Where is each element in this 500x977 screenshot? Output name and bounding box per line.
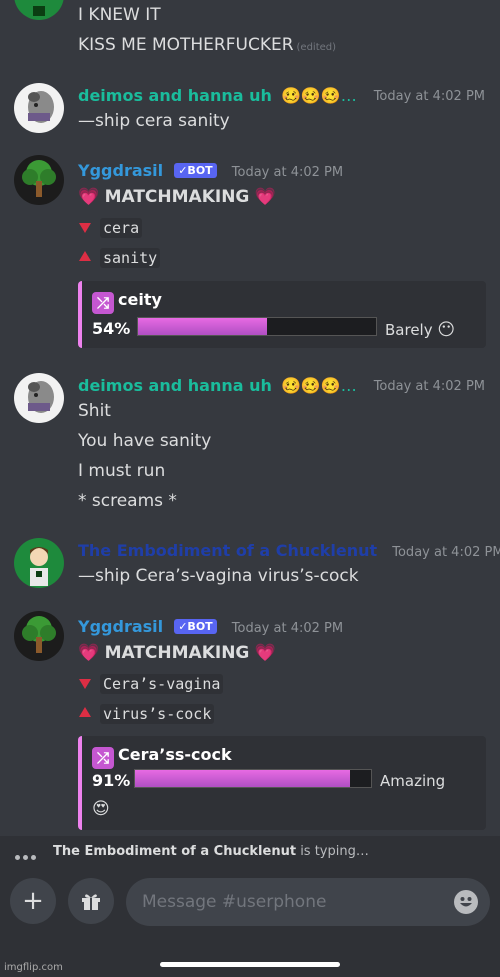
avatar[interactable]	[14, 373, 64, 423]
chat-messages: I KNEW IT KISS ME MOTHERFUCKER (edited) d…	[0, 0, 500, 836]
timestamp: Today at 4:02 PM	[231, 165, 344, 180]
username[interactable]: The Embodiment of a Chucklenut	[78, 541, 377, 560]
message-header: deimos and hanna uh 🥴🥴🥴…	[78, 376, 357, 395]
ship-progress-bar	[134, 769, 372, 788]
message-header: Yggdrasil ✓BOT Today at 4:02 PM	[78, 161, 343, 180]
message-header: The Embodiment of a Chucklenut Today at …	[78, 541, 500, 560]
avatar[interactable]	[14, 0, 64, 20]
matchmaking-heading: 💗 MATCHMAKING 💗	[78, 187, 276, 207]
message-input[interactable]	[142, 890, 432, 914]
ship-progress-fill	[135, 770, 350, 787]
avatar[interactable]	[14, 611, 64, 661]
verdict-emoji: 😶	[437, 320, 456, 340]
plus-icon: +	[22, 886, 44, 916]
bot-badge: ✓BOT	[174, 619, 217, 634]
message-text: —ship Cera’s-vagina virus’s-cock	[78, 566, 359, 586]
ship-percent: 54%	[92, 319, 131, 338]
avatar[interactable]	[14, 83, 64, 133]
heart-emoji: 💗	[78, 187, 100, 207]
ship-progress-bar	[137, 317, 377, 336]
red-down-triangle-icon	[79, 679, 91, 689]
bot-badge: ✓BOT	[174, 163, 217, 178]
typing-indicator: The Embodiment of a Chucklenut is typing…	[0, 836, 500, 866]
heart-emoji: 💗	[78, 643, 100, 663]
timestamp: Today at 4:02 PM	[373, 379, 485, 394]
embed-title: ⤮ Cera’ss-cock	[92, 745, 232, 769]
message-text: You have sanity	[78, 431, 212, 451]
username[interactable]: deimos and hanna uh	[78, 86, 272, 105]
message-header: Yggdrasil ✓BOT Today at 4:02 PM	[78, 617, 343, 636]
red-down-triangle-icon	[79, 223, 91, 233]
up-name-line: virus’s-cock	[78, 704, 215, 724]
composer: + imgflip.com	[0, 866, 500, 977]
username-emojis: 🥴🥴🥴…	[280, 86, 357, 105]
tree-avatar-art	[22, 616, 56, 653]
avatar[interactable]	[14, 155, 64, 205]
down-name-line: cera	[78, 218, 143, 238]
edited-label: (edited)	[296, 42, 337, 53]
message-text: KISS ME MOTHERFUCKER (edited)	[78, 35, 337, 55]
message-text: —ship cera sanity	[78, 111, 230, 131]
timestamp: Today at 4:02 PM	[231, 621, 344, 636]
gift-icon	[82, 894, 100, 910]
avatar-art	[28, 91, 54, 123]
timestamp: Today at 4:02 PM	[373, 89, 485, 104]
heart-emoji: 💗	[254, 643, 276, 663]
message-text: I KNEW IT	[78, 5, 161, 25]
username[interactable]: Yggdrasil	[78, 161, 163, 180]
username-emojis: 🥴🥴🥴…	[280, 376, 357, 395]
down-name-line: Cera’s-vagina	[78, 674, 224, 694]
ship-embed: ⤮ ceity 54% Barely 😶	[78, 281, 486, 348]
matchmaking-heading: 💗 MATCHMAKING 💗	[78, 643, 276, 663]
typing-dots-icon	[15, 849, 39, 864]
timestamp: Today at 4:02 PM	[392, 545, 500, 560]
ship-progress-fill	[138, 318, 267, 335]
ship-embed: ⤮ Cera’ss-cock 91% Amazing 😍	[78, 736, 486, 830]
avatar-art	[28, 381, 54, 413]
message-box[interactable]	[126, 878, 490, 926]
username[interactable]: deimos and hanna uh	[78, 376, 272, 395]
message-text: Shit	[78, 401, 111, 421]
verdict-emoji: 😍	[92, 799, 110, 819]
message-text: * screams *	[78, 491, 177, 511]
add-attachment-button[interactable]: +	[10, 878, 56, 924]
watermark: imgflip.com	[4, 962, 63, 973]
embed-title: ⤮ ceity	[92, 290, 162, 314]
shuffle-icon: ⤮	[92, 747, 114, 769]
up-name-line: sanity	[78, 248, 161, 268]
red-up-triangle-icon	[79, 251, 91, 261]
home-indicator[interactable]	[160, 962, 340, 967]
avatar-art	[30, 547, 48, 586]
ship-verdict: Barely 😶	[385, 320, 456, 340]
ship-percent: 91%	[92, 771, 131, 790]
red-up-triangle-icon	[79, 707, 91, 717]
gift-button[interactable]	[68, 878, 114, 924]
tree-avatar-art	[22, 160, 56, 197]
avatar[interactable]	[14, 538, 64, 588]
message-header: deimos and hanna uh 🥴🥴🥴…	[78, 86, 357, 105]
smiley-icon[interactable]	[454, 890, 478, 914]
shuffle-icon: ⤮	[92, 292, 114, 314]
ship-verdict: Amazing	[380, 772, 446, 790]
typing-text: The Embodiment of a Chucklenut is typing…	[53, 844, 369, 859]
username[interactable]: Yggdrasil	[78, 617, 163, 636]
message-text: I must run	[78, 461, 166, 481]
typing-user: The Embodiment of a Chucklenut	[53, 844, 297, 859]
heart-emoji: 💗	[254, 187, 276, 207]
